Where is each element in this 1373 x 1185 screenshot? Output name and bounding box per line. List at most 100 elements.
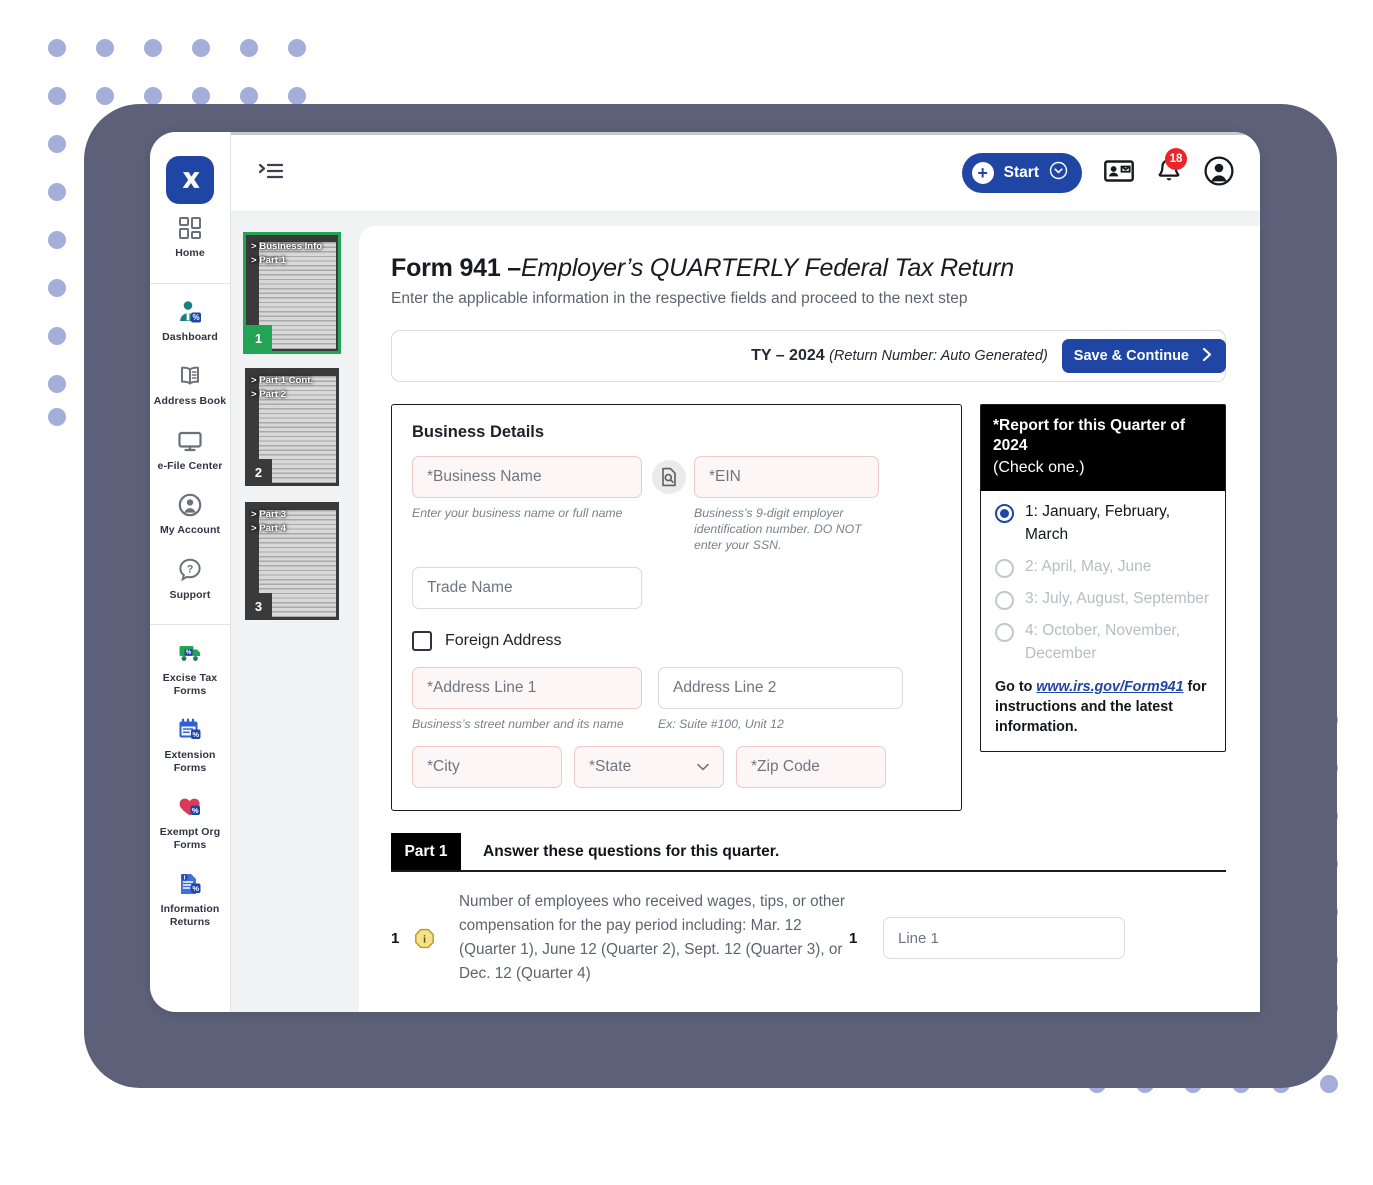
decorative-dot <box>288 39 306 57</box>
sidebar-item-my-account[interactable]: My Account <box>150 481 230 546</box>
truck-tax-icon: % <box>177 640 203 666</box>
zip-code-input[interactable]: *Zip Code <box>736 746 886 788</box>
return-number-note: (Return Number: Auto Generated) <box>829 348 1048 364</box>
address-line-2-input[interactable]: Address Line 2 <box>658 667 903 709</box>
decorative-dot <box>288 87 306 105</box>
report-quarter-heading-line2: (Check one.) <box>993 459 1085 476</box>
quarter-radio-3[interactable] <box>995 591 1014 610</box>
thumbnail-line: > Business Info <box>251 241 323 252</box>
sidebar-item-excise-tax-forms[interactable]: % Excise Tax Forms <box>150 629 230 706</box>
quarter-option-label: 3: July, August, September <box>1025 590 1210 607</box>
notifications-button[interactable]: 18 <box>1156 147 1187 190</box>
decorative-dot <box>96 39 114 57</box>
sidebar-item-label: Extension Forms <box>164 749 216 774</box>
dashboard-grid-icon <box>177 215 203 241</box>
part-1-section: Part 1 Answer these questions for this q… <box>391 833 1226 986</box>
question-text: Number of employees who received wages, … <box>459 893 846 982</box>
tax-year-label: TY – 2024 (Return Number: Auto Generated… <box>751 347 1048 365</box>
content-area: > Business Info > Part 1 1 > Part 1 Cont. > … <box>231 212 1260 1012</box>
foreign-address-row[interactable]: Foreign Address <box>412 631 941 651</box>
question-number: 1 <box>391 929 400 947</box>
tax-year-bar: TY – 2024 (Return Number: Auto Generated… <box>391 330 1226 382</box>
line-1-input[interactable]: Line 1 <box>883 917 1125 959</box>
quarter-option-3[interactable]: 3: July, August, September <box>995 587 1211 610</box>
brand-logo[interactable] <box>166 156 214 204</box>
quarter-radio-1[interactable] <box>995 504 1014 523</box>
decorative-dot <box>48 375 66 393</box>
sidebar-item-information-returns[interactable]: i % Information Returns <box>150 860 230 937</box>
thumbnail-labels: > Part 1 Cont. > Part 2 <box>251 374 335 402</box>
sidebar-item-exempt-org-forms[interactable]: % Exempt Org Forms <box>150 783 230 860</box>
part-1-tag: Part 1 <box>391 833 461 870</box>
page-thumbnail-3[interactable]: > Part 3 > Part 4 3 <box>245 502 339 620</box>
quarter-option-label: 2: April, May, June <box>1025 558 1152 575</box>
sidebar-item-label: Information Returns <box>160 903 220 928</box>
state-select[interactable]: *State <box>574 746 724 788</box>
business-name-input[interactable]: *Business Name <box>412 456 642 498</box>
thumbnail-line: > Part 2 <box>251 389 286 400</box>
decorative-dot <box>192 39 210 57</box>
expand-menu-icon[interactable] <box>258 162 284 185</box>
plus-icon: + <box>971 162 994 184</box>
address-book-icon <box>177 363 203 389</box>
city-input[interactable]: *City <box>412 746 562 788</box>
irs-form941-link[interactable]: www.irs.gov/Form941 <box>1036 679 1183 695</box>
decorative-dot <box>48 135 66 153</box>
trade-name-input[interactable]: Trade Name <box>412 567 642 609</box>
svg-text:%: % <box>186 650 192 656</box>
thumbnail-line: > Part 3 <box>251 509 286 520</box>
note-prefix: Go to <box>995 679 1037 695</box>
thumbnail-number: 1 <box>245 325 272 352</box>
contact-card-icon[interactable] <box>1104 159 1134 188</box>
address-line-1-input[interactable]: *Address Line 1 <box>412 667 642 709</box>
question-help-icon: ? <box>177 557 203 583</box>
save-and-continue-button[interactable]: Save & Continue <box>1061 339 1226 373</box>
thumbnail-line: > Part 1 <box>251 255 286 266</box>
start-button[interactable]: + Start <box>961 153 1082 193</box>
x-logo-icon <box>182 172 200 188</box>
svg-text:%: % <box>192 730 199 739</box>
chevron-down-circle-icon <box>1049 161 1068 185</box>
tax-year-value: TY – 2024 <box>751 347 830 364</box>
user-account-icon[interactable] <box>1204 155 1234 191</box>
sidebar-item-support[interactable]: ? Support <box>150 546 230 611</box>
irs-instructions-note: Go to www.irs.gov/Form941 for instructio… <box>995 677 1211 737</box>
sidebar-item-extension-forms[interactable]: % Extension Forms <box>150 706 230 783</box>
quarter-option-label: 4: October, November, December <box>1025 622 1181 662</box>
sidebar-item-address-book[interactable]: Address Book <box>150 352 230 417</box>
quarter-radio-4[interactable] <box>995 623 1014 642</box>
ein-input[interactable]: *EIN <box>694 456 879 498</box>
foreign-address-checkbox[interactable] <box>412 631 432 651</box>
svg-text:%: % <box>192 313 199 322</box>
business-details-heading: Business Details <box>412 423 545 441</box>
decorative-dot <box>240 87 258 105</box>
decorative-dot <box>144 39 162 57</box>
sidebar-item-dashboard[interactable]: % Dashboard <box>150 288 230 353</box>
sidebar-item-label: Excise Tax Forms <box>162 672 218 697</box>
quarter-option-1[interactable]: 1: January, February, March <box>995 500 1211 546</box>
quarter-option-4[interactable]: 4: October, November, December <box>995 619 1211 665</box>
page-thumbnail-2[interactable]: > Part 1 Cont. > Part 2 2 <box>245 368 339 486</box>
thumbnail-line: > Part 1 Cont. <box>251 375 314 386</box>
quarter-radio-2[interactable] <box>995 559 1014 578</box>
sidebar-item-home[interactable]: Home <box>150 204 230 269</box>
form-columns: Business Details *Business Name Enter yo… <box>391 404 1226 811</box>
top-bar: + Start 18 <box>231 135 1260 212</box>
name-ein-row: *Business Name Enter your business name … <box>412 456 941 553</box>
document-search-icon[interactable] <box>652 460 686 494</box>
question-line-number: 1 <box>849 929 858 947</box>
quarter-option-2[interactable]: 2: April, May, June <box>995 555 1211 578</box>
form-panel: Form 941 –Employer’s QUARTERLY Federal T… <box>359 226 1260 1012</box>
sidebar-item-label: Dashboard <box>162 330 218 343</box>
info-icon[interactable]: i <box>413 927 435 949</box>
dropdown-caret-icon <box>697 758 709 776</box>
page-thumbnail-1[interactable]: > Business Info > Part 1 1 <box>243 232 341 354</box>
top-bar-actions: + Start 18 <box>961 147 1234 193</box>
address-line-2-hint: Ex: Suite #100, Unit 12 <box>658 717 784 731</box>
sidebar-item-label: Address Book <box>153 395 227 407</box>
decorative-dot <box>192 87 210 105</box>
decorative-dot <box>240 39 258 57</box>
thumbnail-labels: > Part 3 > Part 4 <box>251 508 335 536</box>
sidebar-item-label: Home <box>175 247 205 259</box>
sidebar-item-e-file-center[interactable]: e-File Center <box>150 417 230 482</box>
